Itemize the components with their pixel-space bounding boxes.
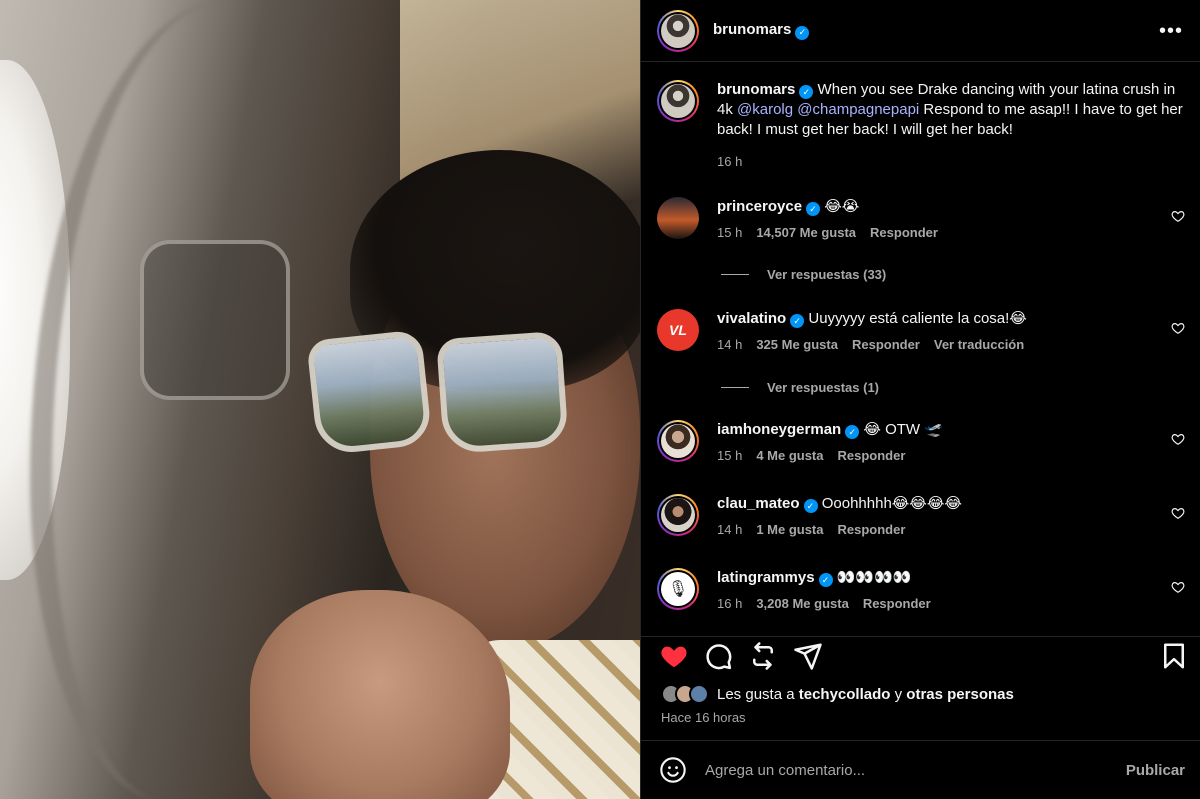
more-options-icon[interactable]: •••: [1159, 21, 1183, 41]
verified-badge-icon: ✓: [803, 499, 818, 513]
posted-time[interactable]: Hace 16 horas: [661, 710, 746, 725]
action-bar: [641, 636, 1200, 678]
comment-time[interactable]: 14 h: [717, 337, 742, 352]
caption-username[interactable]: brunomars: [717, 81, 795, 98]
comments-list[interactable]: brunomars ✓ When you see Drake dancing wi…: [641, 62, 1200, 636]
heart-filled-icon[interactable]: [659, 641, 689, 671]
mention-karolg[interactable]: @karolg: [737, 101, 793, 118]
commenter-username[interactable]: latingrammys: [717, 569, 815, 586]
commenter-avatar[interactable]: [657, 197, 699, 239]
reply-button[interactable]: Responder: [863, 596, 931, 611]
comment-row: clau_mateo ✓ Ooohhhhh😂😂😂😂 14 h 1 Me gusta…: [657, 494, 1187, 537]
comment-text: Uuyyyyy está caliente la cosa!😂: [808, 310, 1027, 327]
comment-likes[interactable]: 325 Me gusta: [756, 337, 838, 352]
comment-input[interactable]: [705, 761, 1126, 779]
heart-outline-icon[interactable]: [1171, 321, 1185, 335]
reply-button[interactable]: Responder: [852, 337, 920, 352]
heart-outline-icon[interactable]: [1171, 580, 1185, 594]
publish-button[interactable]: Publicar: [1126, 762, 1185, 779]
caption-avatar[interactable]: [657, 80, 699, 122]
comment-likes[interactable]: 3,208 Me gusta: [756, 596, 849, 611]
reply-button[interactable]: Responder: [838, 448, 906, 463]
see-translation-button[interactable]: Ver traducción: [934, 337, 1024, 352]
send-icon[interactable]: [793, 641, 823, 671]
comment-text: 😂😭: [824, 198, 860, 215]
commenter-username[interactable]: princeroyce: [717, 198, 802, 215]
commenter-avatar[interactable]: [657, 420, 699, 462]
commenter-username[interactable]: iamhoneygerman: [717, 421, 841, 438]
comment-row: iamhoneygerman ✓ 😂 OTW 🛫 15 h 4 Me gusta …: [657, 420, 1187, 463]
comment-likes[interactable]: 14,507 Me gusta: [756, 225, 856, 240]
verified-badge-icon: ✓: [790, 314, 805, 328]
liker-avatar: [689, 684, 709, 704]
author-avatar[interactable]: [657, 9, 699, 52]
repost-icon[interactable]: [748, 641, 778, 671]
comment-row: VL vivalatino ✓ Uuyyyyy está caliente la …: [657, 309, 1187, 352]
comment-time[interactable]: 14 h: [717, 522, 742, 537]
heart-outline-icon[interactable]: [1171, 506, 1185, 520]
view-replies-button[interactable]: Ver respuestas (33): [721, 267, 886, 282]
verified-badge-icon: ✓: [845, 425, 860, 439]
comment-text: 😂 OTW 🛫: [863, 421, 943, 438]
commenter-username[interactable]: clau_mateo: [717, 495, 800, 512]
reply-button[interactable]: Responder: [870, 225, 938, 240]
post-header: brunomars ✓ •••: [641, 0, 1200, 62]
commenter-avatar[interactable]: 🎙: [657, 568, 699, 610]
view-replies-button[interactable]: Ver respuestas (1): [721, 380, 879, 395]
commenter-avatar[interactable]: [657, 494, 699, 536]
sunglasses-lens-left: [306, 329, 433, 456]
comment-text: 👀👀👀👀: [836, 569, 912, 586]
verified-badge-icon: ✓: [818, 573, 833, 587]
comment-row: 🎙 latingrammys ✓ 👀👀👀👀 16 h 3,208 Me gusta…: [657, 568, 1187, 611]
comment-likes[interactable]: 4 Me gusta: [756, 448, 823, 463]
verified-badge-icon: ✓: [799, 85, 814, 99]
caption-time: 16 h: [717, 154, 743, 169]
comment-likes[interactable]: 1 Me gusta: [756, 522, 823, 537]
reply-button[interactable]: Responder: [838, 522, 906, 537]
heart-outline-icon[interactable]: [1171, 209, 1185, 223]
bookmark-icon[interactable]: [1159, 641, 1189, 671]
comment-time[interactable]: 15 h: [717, 448, 742, 463]
likes-summary[interactable]: Les gusta a techycollado y otras persona…: [661, 684, 1014, 704]
author-username[interactable]: brunomars ✓: [713, 21, 810, 40]
liker-username[interactable]: techycollado: [799, 686, 891, 703]
instagram-post-modal: brunomars ✓ ••• brunomars ✓ When you see D…: [0, 0, 1200, 799]
comment-time[interactable]: 15 h: [717, 225, 742, 240]
add-comment-bar: Publicar: [641, 740, 1200, 799]
comment-time[interactable]: 16 h: [717, 596, 742, 611]
comment-icon[interactable]: [703, 641, 733, 671]
comment-text: Ooohhhhh😂😂😂😂: [821, 495, 962, 512]
other-likers-link[interactable]: otras personas: [906, 686, 1014, 703]
verified-badge-icon: ✓: [806, 202, 821, 216]
verified-badge-icon: ✓: [795, 25, 810, 40]
post-side-panel: brunomars ✓ ••• brunomars ✓ When you see D…: [640, 0, 1200, 799]
window-reflection: [140, 240, 290, 400]
mention-champagnepapi[interactable]: @champagnepapi: [797, 101, 919, 118]
post-photo[interactable]: [0, 0, 640, 799]
caption: brunomars ✓ When you see Drake dancing wi…: [657, 80, 1187, 169]
comment-row: princeroyce ✓ 😂😭 15 h 14,507 Me gusta Res…: [657, 197, 1187, 240]
commenter-username[interactable]: vivalatino: [717, 310, 786, 327]
smiley-icon[interactable]: [659, 756, 687, 784]
commenter-avatar[interactable]: VL: [657, 309, 699, 351]
sunglasses-lens-right: [436, 330, 569, 455]
heart-outline-icon[interactable]: [1171, 432, 1185, 446]
